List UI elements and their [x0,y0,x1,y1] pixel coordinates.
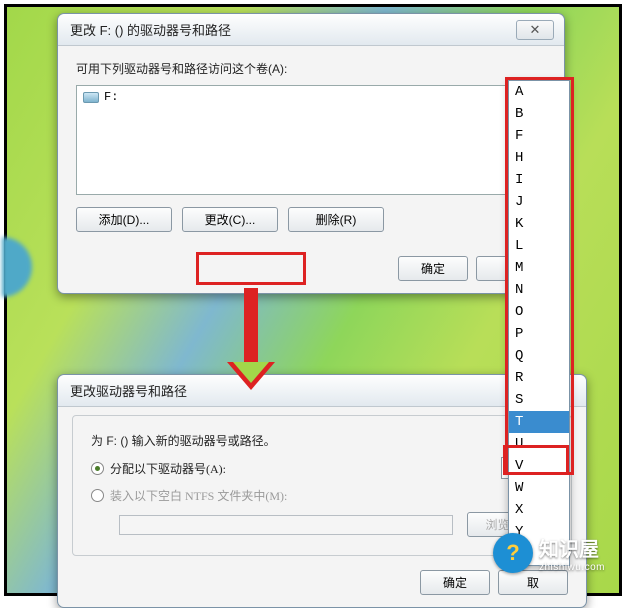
ok-button[interactable]: 确定 [398,256,468,281]
drive-option[interactable]: A [509,81,569,103]
folder-path-input [119,515,453,535]
logo-icon: ? [493,533,533,573]
change-drive-dialog: 更改 F: () 的驱动器号和路径 ✕ 可用下列驱动器号和路径访问这个卷(A):… [57,13,565,294]
drive-option[interactable]: M [509,257,569,279]
drive-option[interactable]: K [509,213,569,235]
drive-option[interactable]: L [509,235,569,257]
drive-label: F: [104,90,118,104]
path-listbox[interactable]: F: [76,85,546,195]
annotation-arrow-inner [233,362,269,383]
drive-option[interactable]: W [509,477,569,499]
cancel-button[interactable]: 取 [498,570,568,595]
drive-option[interactable]: X [509,499,569,521]
drive-option[interactable]: T [509,411,569,433]
assign-radio[interactable] [91,462,104,475]
mount-radio[interactable] [91,489,104,502]
drive-option[interactable]: H [509,147,569,169]
titlebar[interactable]: 更改驱动器号和路径 [58,375,586,407]
annotation-arrow [244,288,258,365]
add-button[interactable]: 添加(D)... [76,207,172,232]
ok-button[interactable]: 确定 [420,570,490,595]
titlebar[interactable]: 更改 F: () 的驱动器号和路径 ✕ [58,14,564,46]
drive-option[interactable]: J [509,191,569,213]
dialog-title: 更改驱动器号和路径 [70,381,187,400]
drive-option[interactable]: F [509,125,569,147]
drive-option[interactable]: S [509,389,569,411]
watermark-logo: ? 知识屋 zhishiwu.com [493,533,605,573]
drive-option[interactable]: U [509,433,569,455]
drive-option[interactable]: R [509,367,569,389]
assign-label: 分配以下驱动器号(A): [110,460,226,477]
drive-option[interactable]: O [509,301,569,323]
drive-option[interactable]: I [509,169,569,191]
logo-brand: 知识屋 [539,533,605,562]
list-item[interactable]: F: [83,90,539,104]
drive-letter-dropdown[interactable]: ABFHIJKLMNOPQRSTUVWXYZ [508,80,570,566]
change-button[interactable]: 更改(C)... [182,207,278,232]
close-button[interactable]: ✕ [516,20,554,40]
dialog-title: 更改 F: () 的驱动器号和路径 [70,20,231,39]
drive-option[interactable]: N [509,279,569,301]
drive-option[interactable]: Q [509,345,569,367]
drive-option[interactable]: P [509,323,569,345]
prompt-label: 为 F: () 输入新的驱动器号或路径。 [91,432,553,449]
drive-option[interactable]: V [509,455,569,477]
mount-label: 装入以下空白 NTFS 文件夹中(M): [110,487,287,504]
instruction-label: 可用下列驱动器号和路径访问这个卷(A): [76,60,546,77]
logo-url: zhishiwu.com [539,562,605,573]
drive-icon [83,92,99,103]
close-icon: ✕ [530,22,541,38]
drive-option[interactable]: B [509,103,569,125]
remove-button[interactable]: 删除(R) [288,207,384,232]
